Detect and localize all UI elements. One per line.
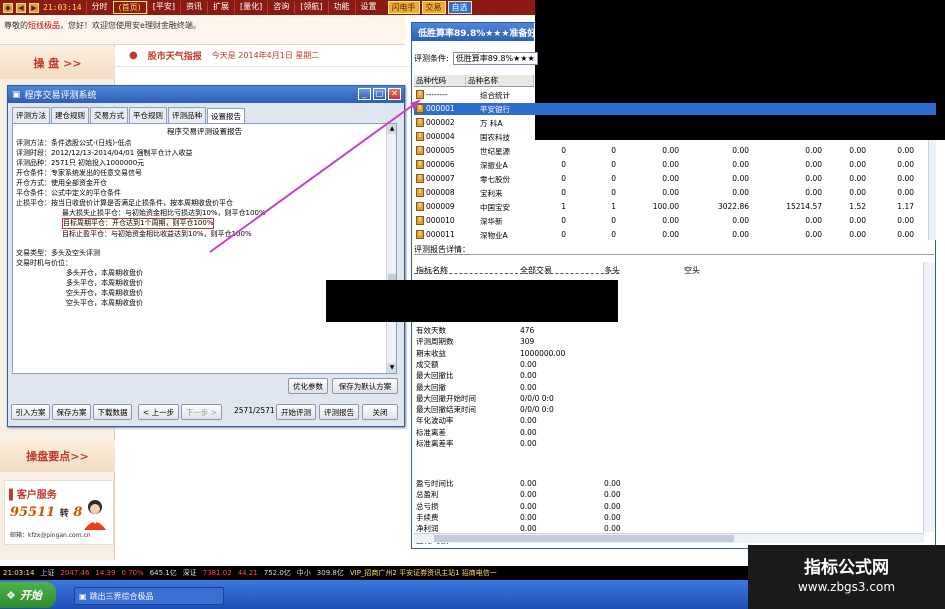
watermark-url: www.zbgs3.com — [797, 580, 896, 594]
ticker-amount-sme: 309.8亿 — [316, 569, 344, 577]
ticker-index-sz[interactable]: 深证 — [183, 568, 197, 578]
annotation-arrow — [209, 99, 421, 253]
ticker-change-sh: 14.39 — [95, 569, 116, 577]
ticker-amount-sh: 645.1亿 — [149, 569, 177, 577]
ticker-index-sh[interactable]: 上证 — [40, 568, 54, 578]
windows-logo-icon: ❖ — [6, 588, 16, 602]
ticker-time: 21:03:14 — [3, 569, 35, 577]
ticker-value-sz: 7381.02 — [202, 569, 232, 577]
ticker-amount-sz: 752.0亿 — [263, 569, 291, 577]
ticker-value-sh: 2047.46 — [60, 569, 90, 577]
start-button[interactable]: ❖ 开始 — [0, 582, 56, 608]
ticker-index-sme[interactable]: 中小 — [297, 568, 311, 578]
start-label: 开始 — [19, 589, 42, 602]
market-ticker: 21:03:14 上证 2047.46 14.39 0.70% 645.1亿 深… — [0, 566, 748, 580]
watermark: 指标公式网 www.zbgs3.com — [748, 545, 945, 609]
ticker-news[interactable]: VIP_招商广州2 平安证券资讯主站1 招商电信一 — [350, 568, 497, 578]
taskbar-item[interactable]: ▣ 跳出三界综合极品 — [74, 587, 224, 605]
ticker-pct-sh: 0.70% — [121, 569, 144, 577]
ticker-change-sz: 44.21 — [237, 569, 258, 577]
window-icon: ▣ — [79, 591, 87, 601]
watermark-title: 指标公式网 — [804, 558, 889, 578]
taskbar-item-label: 跳出三界综合极品 — [89, 591, 154, 601]
